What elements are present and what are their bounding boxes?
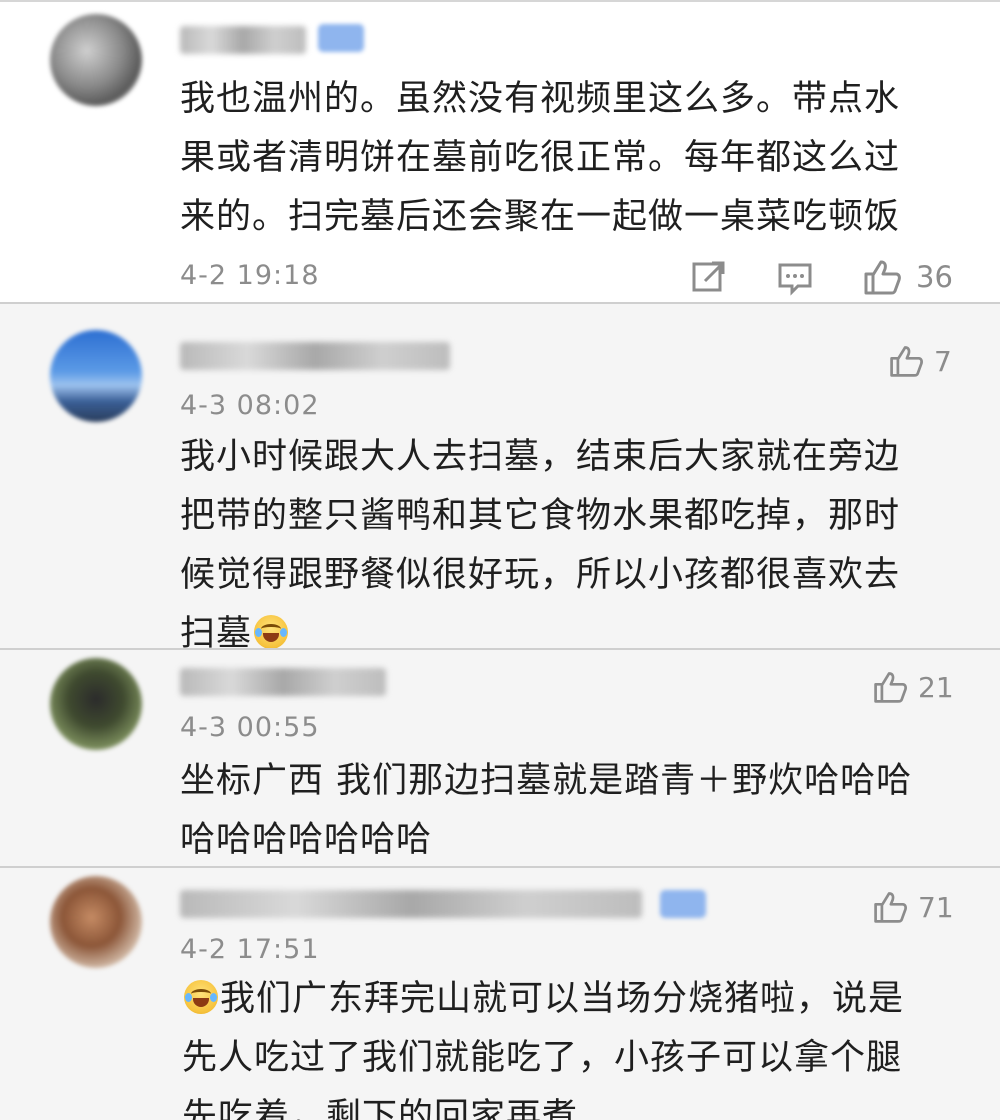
like-count: 21 xyxy=(918,670,954,704)
like-button[interactable]: 21 xyxy=(872,666,954,708)
comment-text: 坐标广西 我们那边扫墓就是踏青＋野炊哈哈哈 哈哈哈哈哈哈哈 xyxy=(180,752,913,866)
comment-text: 我也温州的。虽然没有视频里这么多。带点水 果或者清明饼在墓前吃很正常。每年都这么… xyxy=(180,70,900,247)
comment-line: 哈哈哈哈哈哈哈 xyxy=(180,820,433,860)
comment-line: 坐标广西 我们那边扫墓就是踏青＋野炊哈哈哈 xyxy=(180,761,913,801)
avatar[interactable] xyxy=(50,876,142,968)
reply-icon[interactable] xyxy=(776,258,814,296)
comment-line: 果或者清明饼在墓前吃很正常。每年都这么过 xyxy=(180,138,901,178)
comment-line: 我们广东拜完山就可以当场分烧猪啦，说是 xyxy=(182,970,904,1029)
comment-card: 4-3 00:55 21 坐标广西 我们那边扫墓就是踏青＋野炊哈哈哈 哈哈哈哈哈… xyxy=(0,650,1000,868)
like-icon xyxy=(862,257,902,297)
comment-line: 扫墓 xyxy=(180,605,900,650)
username-blurred[interactable] xyxy=(180,890,642,918)
comment-actions: 36 xyxy=(690,256,953,298)
like-icon xyxy=(872,889,908,925)
comment-line: 我也温州的。虽然没有视频里这么多。带点水 xyxy=(180,79,901,119)
vip-badge xyxy=(318,24,364,52)
comment-time: 4-2 19:18 xyxy=(180,260,320,291)
comment-text: 我们广东拜完山就可以当场分烧猪啦，说是 先人吃过了我们就能吃了，小孩子可以拿个腿… xyxy=(182,970,904,1120)
comment-line: 先人吃过了我们就能吃了，小孩子可以拿个腿 xyxy=(182,1038,903,1078)
comment-line: 来的。扫完墓后还会聚在一起做一桌菜吃顿饭 xyxy=(180,197,901,237)
avatar[interactable] xyxy=(50,330,142,422)
like-button[interactable]: 71 xyxy=(872,886,954,928)
comment-time: 4-2 17:51 xyxy=(180,934,320,965)
comment-text: 我小时候跟大人去扫墓，结束后大家就在旁边 把带的整只酱鸭和其它食物水果都吃掉，那… xyxy=(180,428,901,650)
laugh-cry-emoji xyxy=(254,615,289,648)
comment-line-text: 我们广东拜完山就可以当场分烧猪啦，说是 xyxy=(220,979,905,1019)
username-blurred[interactable] xyxy=(180,668,386,696)
share-icon[interactable] xyxy=(690,258,728,296)
comment-card: 4-3 08:02 7 我小时候跟大人去扫墓，结束后大家就在旁边 把带的整只酱鸭… xyxy=(0,304,1000,650)
avatar[interactable] xyxy=(50,14,142,106)
comment-line: 我小时候跟大人去扫墓，结束后大家就在旁边 xyxy=(180,437,901,477)
comment-card: 4-2 17:51 71 我们广东拜完山就可以当场分烧猪啦，说是 先人吃过了我们… xyxy=(0,868,1000,1120)
like-count: 71 xyxy=(918,890,954,924)
comment-line-text: 扫墓 xyxy=(180,614,253,650)
like-count: 7 xyxy=(934,344,952,378)
comment-card: 我也温州的。虽然没有视频里这么多。带点水 果或者清明饼在墓前吃很正常。每年都这么… xyxy=(0,0,1000,304)
username-blurred[interactable] xyxy=(180,342,450,370)
like-count: 36 xyxy=(916,260,953,294)
vip-badge xyxy=(660,890,706,918)
avatar[interactable] xyxy=(50,658,142,750)
comment-line: 把带的整只酱鸭和其它食物水果都吃掉，那时 xyxy=(180,496,901,536)
comment-time: 4-3 00:55 xyxy=(180,712,320,743)
comment-time: 4-3 08:02 xyxy=(180,390,320,421)
like-icon xyxy=(888,343,924,379)
like-button[interactable]: 36 xyxy=(862,256,953,298)
username-blurred[interactable] xyxy=(180,26,306,54)
like-button[interactable]: 7 xyxy=(888,340,952,382)
comment-line: 先吃着，剩下的回家再煮 xyxy=(182,1097,579,1120)
laugh-cry-emoji xyxy=(184,980,218,1014)
like-icon xyxy=(872,669,908,705)
comment-line: 候觉得跟野餐似很好玩，所以小孩都很喜欢去 xyxy=(180,555,901,595)
